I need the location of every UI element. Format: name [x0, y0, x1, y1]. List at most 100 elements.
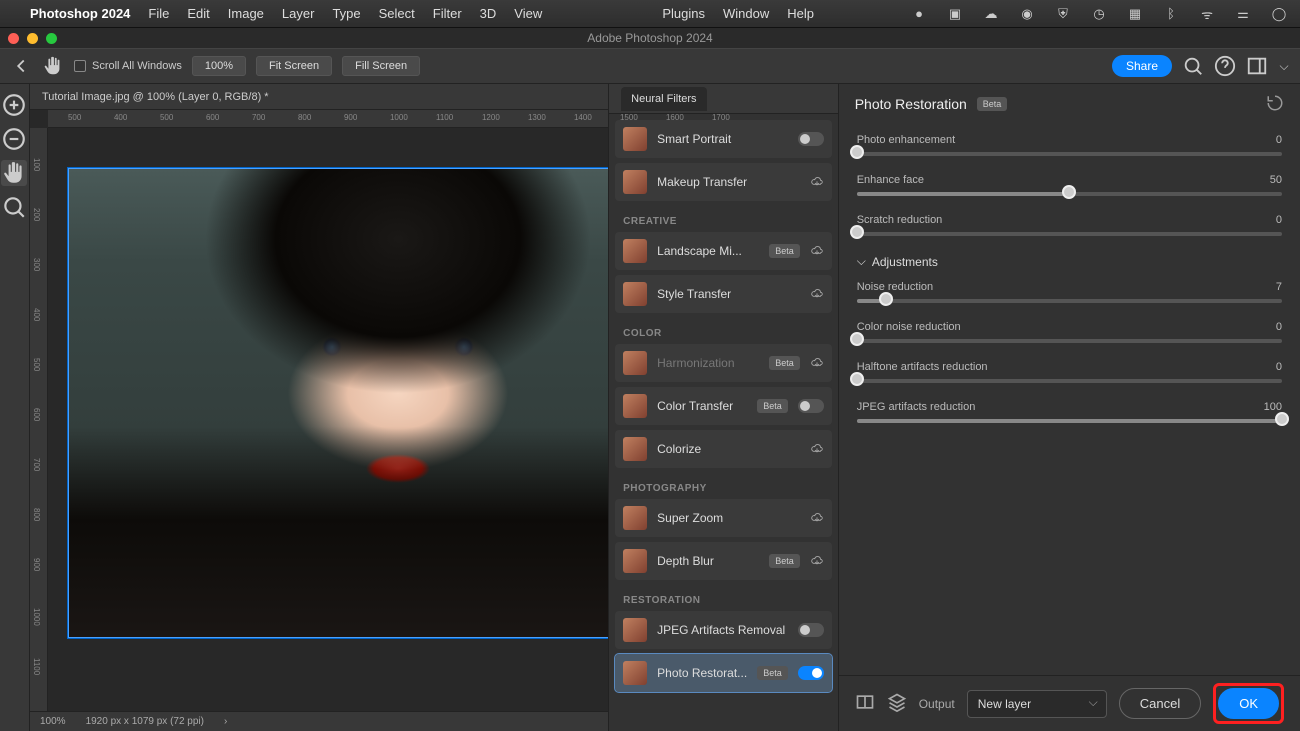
download-icon[interactable] — [810, 511, 824, 525]
display-icon[interactable]: ▣ — [946, 5, 964, 23]
slider-track[interactable] — [857, 152, 1282, 156]
filter-item[interactable]: Style Transfer — [615, 275, 832, 313]
document-image[interactable] — [68, 168, 608, 638]
download-icon[interactable] — [810, 175, 824, 189]
workspace-icon[interactable] — [1246, 55, 1268, 77]
shield-icon[interactable]: ⛨ — [1054, 5, 1072, 23]
filter-toggle[interactable] — [798, 132, 824, 146]
cancel-button[interactable]: Cancel — [1119, 688, 1201, 719]
slider-track[interactable] — [857, 379, 1282, 383]
app-name[interactable]: Photoshop 2024 — [30, 6, 130, 21]
status-chevron-icon[interactable]: › — [224, 716, 227, 727]
user-icon[interactable]: ◯ — [1270, 5, 1288, 23]
search-icon[interactable] — [1182, 55, 1204, 77]
slider-thumb[interactable] — [850, 145, 864, 159]
download-icon[interactable] — [810, 356, 824, 370]
neural-filters-tab[interactable]: Neural Filters — [609, 84, 838, 114]
eye-icon[interactable]: ◉ — [1018, 5, 1036, 23]
slider-thumb[interactable] — [850, 332, 864, 346]
filter-label: JPEG Artifacts Removal — [657, 623, 788, 637]
layers-icon[interactable] — [887, 692, 907, 715]
filter-item[interactable]: HarmonizationBeta — [615, 344, 832, 382]
fill-screen-button[interactable]: Fill Screen — [342, 56, 420, 76]
bluetooth-icon[interactable]: ᛒ — [1162, 5, 1180, 23]
fit-screen-button[interactable]: Fit Screen — [256, 56, 332, 76]
filter-item[interactable]: Photo Restorat...Beta — [615, 654, 832, 692]
download-icon[interactable] — [810, 244, 824, 258]
zoom-level-field[interactable]: 100% — [192, 56, 246, 76]
slider-value[interactable]: 0 — [1276, 321, 1282, 333]
menu-window[interactable]: Window — [723, 6, 769, 21]
record-icon[interactable]: ● — [910, 5, 928, 23]
slider-track[interactable] — [857, 419, 1282, 423]
menu-file[interactable]: File — [148, 6, 169, 21]
filter-item[interactable]: Super Zoom — [615, 499, 832, 537]
control-center-icon[interactable]: ⚌ — [1234, 5, 1252, 23]
canvas[interactable] — [48, 128, 608, 711]
scroll-all-checkbox[interactable]: Scroll All Windows — [74, 60, 182, 72]
filter-item[interactable]: Makeup Transfer — [615, 163, 832, 201]
zoom-tool[interactable] — [1, 194, 27, 220]
app-icon[interactable]: ▦ — [1126, 5, 1144, 23]
adjustments-toggle[interactable]: ⌵Adjustments — [857, 254, 1282, 269]
status-zoom[interactable]: 100% — [40, 716, 66, 727]
menu-image[interactable]: Image — [228, 6, 264, 21]
output-select[interactable]: New layer — [967, 690, 1107, 718]
document-tab[interactable]: Tutorial Image.jpg @ 100% (Layer 0, RGB/… — [30, 84, 608, 110]
slider-value[interactable]: 0 — [1276, 214, 1282, 226]
slider-track[interactable] — [857, 192, 1282, 196]
back-icon[interactable] — [10, 55, 32, 77]
filter-toggle[interactable] — [798, 399, 824, 413]
filter-item[interactable]: Depth BlurBeta — [615, 542, 832, 580]
clock-icon[interactable]: ◷ — [1090, 5, 1108, 23]
filter-item[interactable]: JPEG Artifacts Removal — [615, 611, 832, 649]
slider-track[interactable] — [857, 232, 1282, 236]
wifi-icon[interactable]: ᯤ — [1198, 5, 1216, 23]
menu-filter[interactable]: Filter — [433, 6, 462, 21]
slider-value[interactable]: 100 — [1264, 401, 1282, 413]
slider-value[interactable]: 7 — [1276, 281, 1282, 293]
reset-icon[interactable] — [1266, 94, 1284, 115]
slider-track[interactable] — [857, 299, 1282, 303]
menu-plugins[interactable]: Plugins — [662, 6, 705, 21]
filter-toggle[interactable] — [798, 623, 824, 637]
help-icon[interactable] — [1214, 55, 1236, 77]
slider-thumb[interactable] — [879, 292, 893, 306]
filter-item[interactable]: Colorize — [615, 430, 832, 468]
slider-thumb[interactable] — [1062, 185, 1076, 199]
hand-tool[interactable] — [1, 160, 27, 186]
hand-tool-icon[interactable] — [42, 55, 64, 77]
filter-item[interactable]: Smart Portrait — [615, 120, 832, 158]
slider-thumb[interactable] — [850, 225, 864, 239]
download-icon[interactable] — [810, 287, 824, 301]
slider-thumb[interactable] — [850, 372, 864, 386]
zoom-out-tool[interactable] — [1, 126, 27, 152]
menu-select[interactable]: Select — [379, 6, 415, 21]
filter-label: Colorize — [657, 442, 800, 456]
menu-view[interactable]: View — [514, 6, 542, 21]
preview-split-icon[interactable] — [855, 692, 875, 715]
ruler-horizontal[interactable]: 5004005006007008009001000110012001300140… — [48, 110, 608, 128]
cloud-icon[interactable]: ☁ — [982, 5, 1000, 23]
ruler-vertical[interactable]: 10020030040050060070080090010001100 — [30, 128, 48, 711]
menu-edit[interactable]: Edit — [187, 6, 209, 21]
neural-filters-list[interactable]: Smart PortraitMakeup TransferCREATIVELan… — [609, 114, 838, 731]
share-button[interactable]: Share — [1112, 55, 1172, 77]
menu-layer[interactable]: Layer — [282, 6, 315, 21]
ok-button[interactable]: OK — [1218, 688, 1279, 719]
download-icon[interactable] — [810, 554, 824, 568]
slider-track[interactable] — [857, 339, 1282, 343]
menu-help[interactable]: Help — [787, 6, 814, 21]
slider-value[interactable]: 0 — [1276, 134, 1282, 146]
download-icon[interactable] — [810, 442, 824, 456]
slider-value[interactable]: 50 — [1270, 174, 1282, 186]
slider-value[interactable]: 0 — [1276, 361, 1282, 373]
filter-item[interactable]: Landscape Mi...Beta — [615, 232, 832, 270]
filter-toggle[interactable] — [798, 666, 824, 680]
zoom-in-tool[interactable] — [1, 92, 27, 118]
slider-thumb[interactable] — [1275, 412, 1289, 426]
filter-item[interactable]: Color TransferBeta — [615, 387, 832, 425]
chevron-down-icon[interactable]: ⌵ — [1278, 55, 1290, 77]
menu-type[interactable]: Type — [332, 6, 360, 21]
menu-3d[interactable]: 3D — [480, 6, 497, 21]
